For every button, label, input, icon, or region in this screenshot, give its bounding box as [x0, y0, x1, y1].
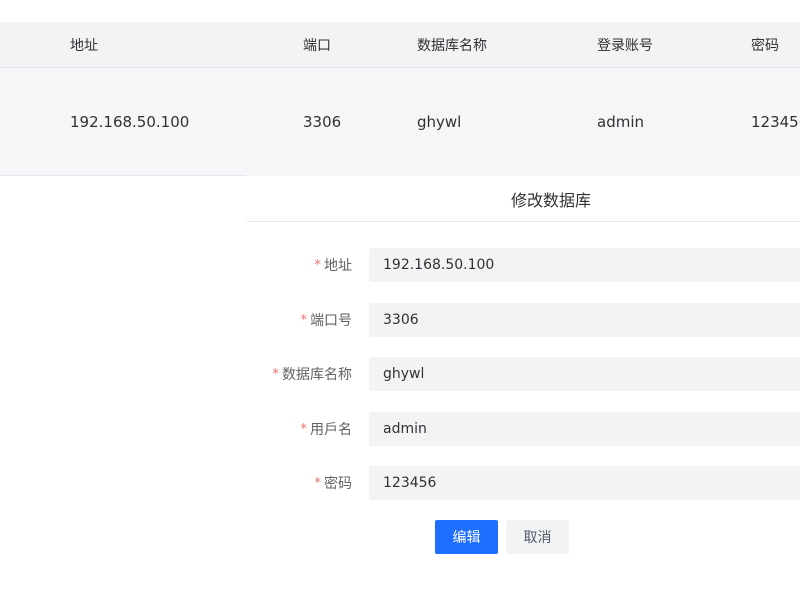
column-header-db-name[interactable]: 数据库名称: [417, 22, 487, 67]
address-label: * 地址: [314, 257, 353, 275]
table-row[interactable]: 192.168.50.100 3306 ghywl admin 123456: [0, 68, 800, 176]
password-label: * 密码: [314, 475, 353, 493]
table-header: 地址 端口 数据库名称 登录账号 密码: [0, 22, 800, 68]
form-row-db-name: * 数据库名称: [246, 357, 800, 391]
required-mark: *: [300, 421, 308, 437]
cell-db-name: ghywl: [417, 113, 462, 131]
cell-login-account: admin: [597, 113, 644, 131]
cell-port: 3306: [303, 113, 342, 131]
form-row-username: * 用戶名: [246, 412, 800, 446]
password-input[interactable]: [369, 466, 800, 500]
dialog-footer: 编辑 取消: [435, 520, 569, 554]
db-name-label: * 数据库名称: [272, 366, 353, 384]
username-input[interactable]: [369, 412, 800, 446]
port-input[interactable]: [369, 303, 800, 337]
form-row-address: * 地址: [246, 248, 800, 282]
required-mark: *: [314, 257, 322, 273]
cell-address: 192.168.50.100: [70, 113, 190, 131]
required-mark: *: [272, 366, 280, 382]
edit-database-dialog: 修改数据库 *地址 *端口号 *数据库名称 *用戶名 *密码 编辑 取消: [246, 176, 800, 600]
column-header-login-account[interactable]: 登录账号: [597, 22, 653, 67]
edit-button[interactable]: 编辑: [435, 520, 498, 554]
address-input[interactable]: [369, 248, 800, 282]
port-label: * 端口号: [300, 312, 353, 330]
top-strip: [0, 0, 800, 22]
table-divider: [0, 175, 246, 176]
required-mark: *: [314, 475, 322, 491]
dialog-header: 修改数据库: [246, 176, 800, 222]
required-mark: *: [300, 312, 308, 328]
username-label: * 用戶名: [300, 421, 353, 439]
column-header-address[interactable]: 地址: [70, 22, 98, 67]
form-row-password: * 密码: [246, 466, 800, 500]
column-header-port[interactable]: 端口: [303, 22, 331, 67]
column-header-password[interactable]: 密码: [751, 22, 779, 67]
db-name-input[interactable]: [369, 357, 800, 391]
form-row-port: * 端口号: [246, 303, 800, 337]
cell-password: 123456: [751, 113, 800, 131]
database-table: 地址 端口 数据库名称 登录账号 密码 192.168.50.100 3306 …: [0, 22, 800, 176]
dialog-title: 修改数据库: [510, 190, 591, 210]
cancel-button[interactable]: 取消: [506, 520, 569, 554]
